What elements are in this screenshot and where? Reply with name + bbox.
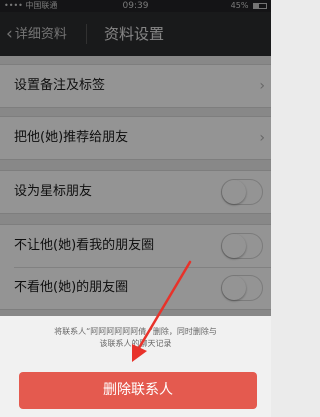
action-sheet: 将联系人“阿阿阿阿阿阿倩 ”删除，同时删除与 该联系人的聊天记录 删除联系人	[0, 316, 271, 417]
delete-contact-button[interactable]: 删除联系人	[19, 372, 257, 409]
warning-line-2: 该联系人的聊天记录	[99, 339, 172, 348]
delete-warning-text: 将联系人“阿阿阿阿阿阿倩 ”删除，同时删除与 该联系人的聊天记录	[0, 326, 271, 350]
warning-line-1: 将联系人“阿阿阿阿阿阿倩 ”删除，同时删除与	[54, 327, 217, 336]
